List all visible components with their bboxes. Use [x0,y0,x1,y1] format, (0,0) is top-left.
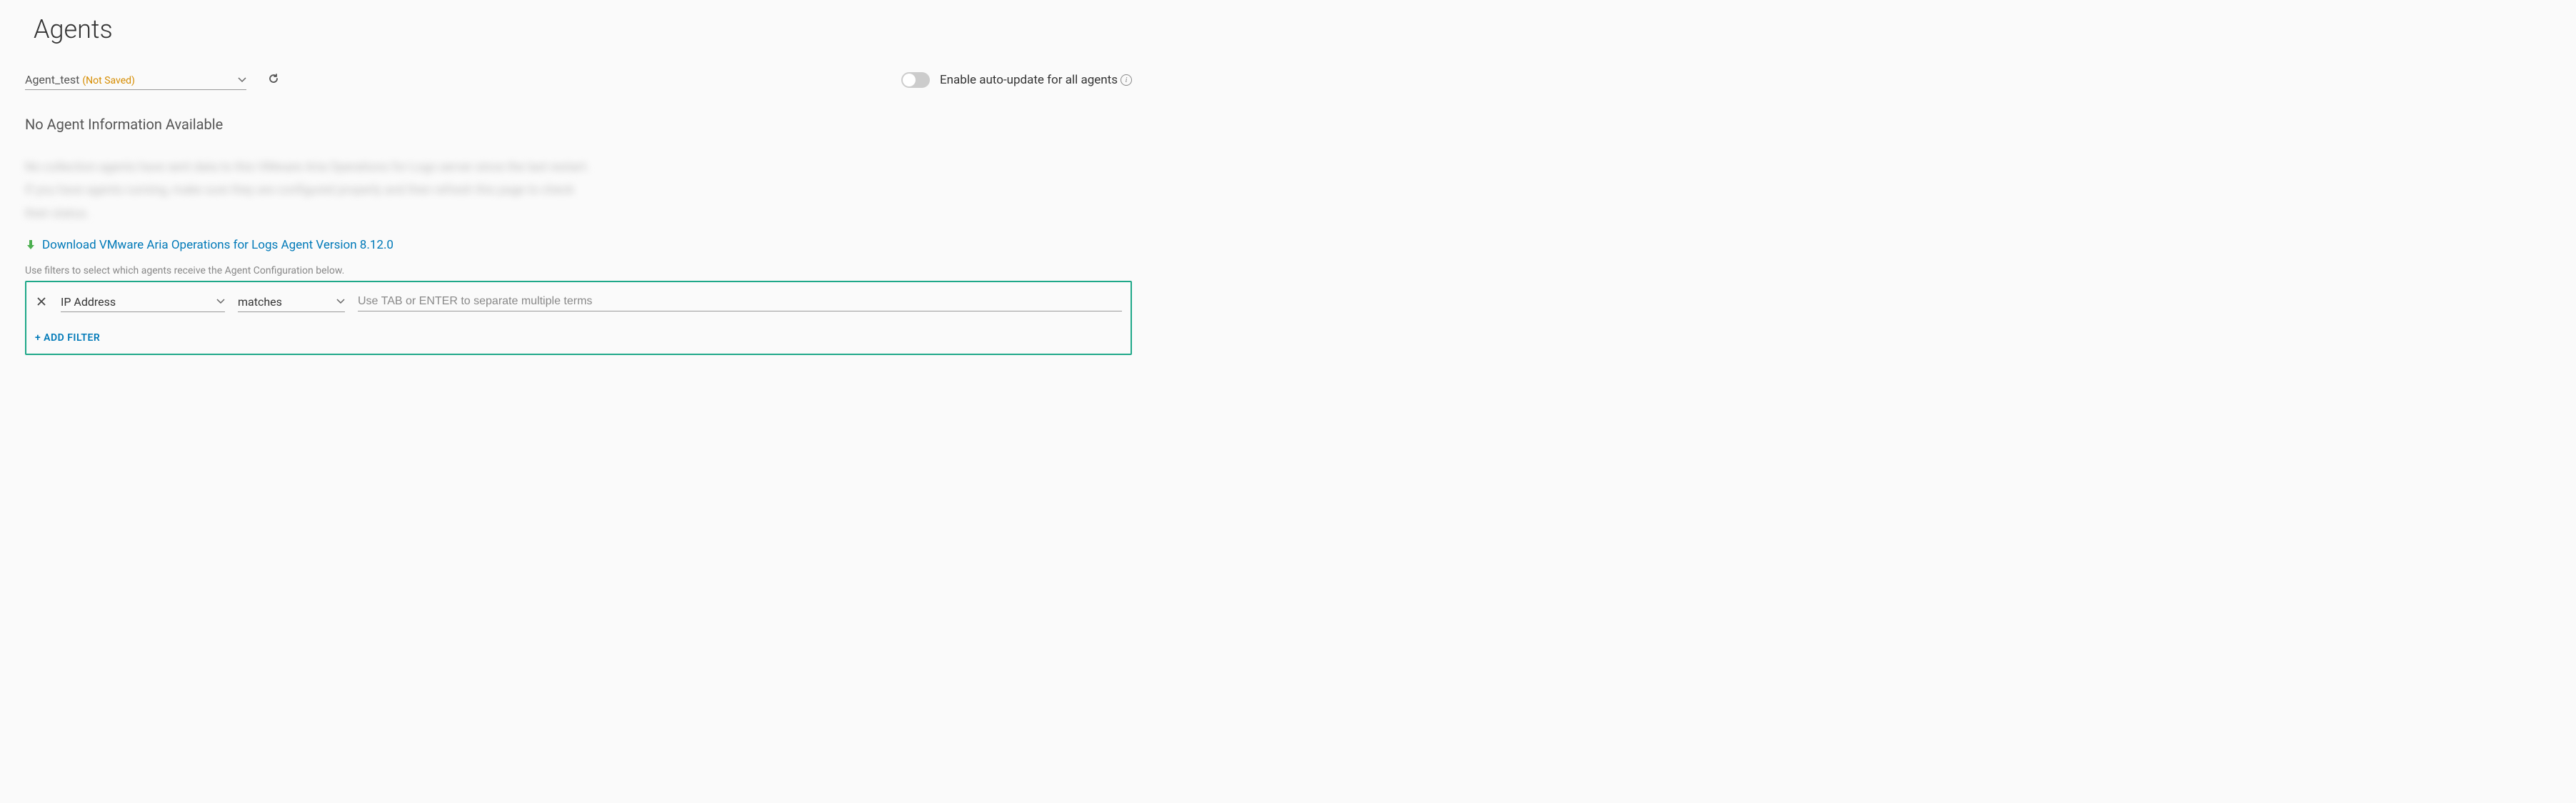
top-control-row: Agent_test (Not Saved) Enable auto-updat… [25,70,1132,90]
toggle-knob [903,74,916,86]
filter-field-value: IP Address [61,295,116,309]
chevron-down-icon [216,296,225,307]
add-filter-button[interactable]: + ADD FILTER [35,332,1122,344]
filter-row: IP Address matches [35,292,1122,312]
filter-field-dropdown[interactable]: IP Address [61,292,225,312]
download-arrow-icon [25,239,36,251]
chevron-down-icon [238,74,246,86]
filter-value-input[interactable] [358,292,1122,311]
info-icon[interactable]: i [1121,74,1132,86]
blurred-help-text: No collection agents have sent data to t… [25,156,596,225]
auto-update-toggle-group: Enable auto-update for all agents i [901,72,1132,88]
agent-select-group: Agent_test (Not Saved) [25,70,279,90]
auto-update-toggle[interactable] [901,72,930,88]
filter-box: IP Address matches + ADD FILTER [25,281,1132,355]
remove-filter-button[interactable] [35,294,48,309]
chevron-down-icon [336,296,345,307]
page-title: Agents [34,14,1132,44]
agent-select-status: (Not Saved) [82,75,135,86]
filter-operator-value: matches [238,295,282,309]
auto-update-label-text: Enable auto-update for all agents [940,73,1118,87]
refresh-icon[interactable] [268,73,279,88]
filter-hint-text: Use filters to select which agents recei… [25,265,1132,276]
filter-operator-dropdown[interactable]: matches [238,292,345,312]
auto-update-label: Enable auto-update for all agents i [940,73,1132,87]
download-row: Download VMware Aria Operations for Logs… [25,238,1132,252]
download-agent-link[interactable]: Download VMware Aria Operations for Logs… [42,238,394,252]
agent-select-dropdown[interactable]: Agent_test (Not Saved) [25,70,246,90]
agent-select-name: Agent_test [25,73,79,86]
no-agent-info-message: No Agent Information Available [25,116,1132,133]
